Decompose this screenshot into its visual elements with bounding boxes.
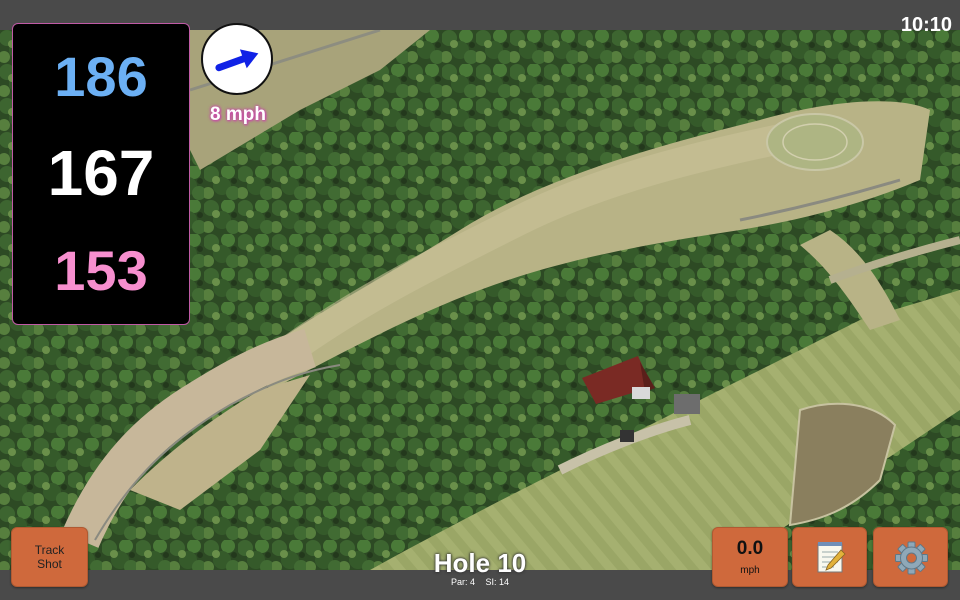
distance-middle: 167 — [47, 137, 155, 209]
speed-button[interactable]: 0.0 mph — [712, 527, 788, 587]
track-shot-button[interactable]: Track Shot — [11, 527, 88, 587]
wind-indicator — [201, 23, 273, 95]
notes-button[interactable] — [792, 527, 867, 587]
distance-front: 153 — [54, 239, 148, 302]
track-shot-label-line2: Shot — [37, 557, 62, 571]
distance-panel: 186 167 153 — [12, 23, 190, 325]
settings-button[interactable] — [873, 527, 948, 587]
track-shot-label-line1: Track — [34, 543, 65, 557]
gear-icon — [895, 541, 928, 575]
clock: 10:10 — [900, 14, 952, 36]
wind-speed: 8 mph — [210, 104, 266, 125]
hole-par: Par: 4 — [450, 577, 475, 587]
notepad-icon — [817, 542, 846, 573]
distance-back: 186 — [54, 45, 148, 108]
wind-direction-arrow-icon — [215, 49, 259, 72]
hole-info: Par: 4 SI: 14 — [400, 577, 560, 587]
speed-value: 0.0 — [736, 538, 764, 559]
hole-si: SI: 14 — [485, 577, 510, 587]
speed-unit: mph — [740, 565, 760, 576]
hole-title: Hole 10 — [433, 548, 527, 578]
